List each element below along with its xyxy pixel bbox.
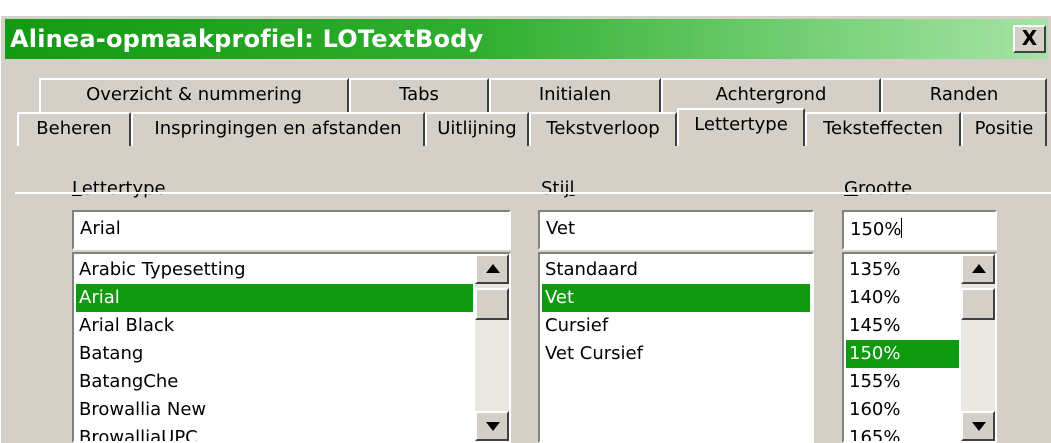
tab-beheren[interactable]: Beheren — [17, 112, 131, 146]
list-item[interactable]: BrowalliaUPC — [76, 424, 473, 441]
scroll-thumb[interactable] — [475, 288, 509, 320]
font-name-value: Arial — [80, 218, 121, 239]
tab-tekstverloop[interactable]: Tekstverloop — [529, 112, 677, 146]
size-label-mnemonic: G — [844, 178, 858, 199]
tab-label: Uitlijning — [437, 118, 517, 139]
arrow-down-icon — [486, 422, 500, 431]
style-label-text: Stij — [541, 178, 570, 199]
arrow-up-icon — [972, 264, 986, 273]
font-size-input[interactable]: 150% — [842, 210, 997, 250]
list-item[interactable]: 160% — [846, 396, 959, 424]
font-list-scrollbar[interactable] — [475, 254, 509, 441]
tab-overzicht-nummering[interactable]: Overzicht & nummering — [39, 78, 349, 112]
tab-initialen[interactable]: Initialen — [489, 78, 661, 112]
scroll-up-button[interactable] — [961, 254, 995, 284]
tab-panel-top-edge — [15, 192, 1051, 194]
font-style-value: Vet — [546, 218, 576, 239]
tab-achtergrond[interactable]: Achtergrond — [661, 78, 881, 112]
size-list-scrollbar[interactable] — [961, 254, 995, 441]
arrow-down-icon — [972, 422, 986, 431]
font-name-input[interactable]: Arial — [72, 210, 511, 250]
list-item-selected[interactable]: Vet — [542, 284, 810, 312]
style-list-items: Standaard Vet Cursief Vet Cursief — [542, 256, 810, 368]
size-label-text: rootte — [857, 178, 913, 199]
list-item[interactable]: 140% — [846, 284, 959, 312]
tab-teksteffecten[interactable]: Teksteffecten — [805, 112, 961, 146]
text-caret — [901, 218, 903, 238]
list-item[interactable]: BatangChe — [76, 368, 473, 396]
font-label-text: ettertype — [81, 178, 166, 199]
list-item[interactable]: Arabic Typesetting — [76, 256, 473, 284]
tab-label: Teksteffecten — [823, 118, 943, 139]
arrow-up-icon — [486, 264, 500, 273]
tab-tabs[interactable]: Tabs — [349, 78, 489, 112]
font-size-value: 150% — [850, 219, 902, 240]
list-item[interactable]: Arial Black — [76, 312, 473, 340]
size-label: Grootte — [844, 177, 912, 201]
size-list-items: 135% 140% 145% 150% 155% 160% 165% — [846, 256, 959, 441]
tab-label: Achtergrond — [715, 84, 827, 105]
tab-uitlijning[interactable]: Uitlijning — [425, 112, 529, 146]
list-item[interactable]: 135% — [846, 256, 959, 284]
tab-label: Inspringingen en afstanden — [154, 118, 402, 139]
scroll-down-button[interactable] — [961, 411, 995, 441]
font-size-list[interactable]: 135% 140% 145% 150% 155% 160% 165% — [842, 252, 997, 443]
tab-label: Initialen — [538, 84, 612, 105]
font-list-items: Arabic Typesetting Arial Arial Black Bat… — [76, 256, 473, 441]
tab-lettertype[interactable]: Lettertype — [677, 108, 805, 146]
list-item-selected[interactable]: Arial — [76, 284, 473, 312]
dialog-window: Alinea-opmaakprofiel: LOTextBody X Overz… — [0, 16, 1051, 443]
tab-label: Overzicht & nummering — [86, 84, 302, 105]
list-item[interactable]: Vet Cursief — [542, 340, 810, 368]
tab-label: Tekstverloop — [546, 118, 660, 139]
dialog-title: Alinea-opmaakprofiel: LOTextBody — [10, 25, 484, 53]
tab-inspringingen-afstanden[interactable]: Inspringingen en afstanden — [131, 112, 425, 146]
close-icon: X — [1021, 26, 1038, 50]
tab-label: Positie — [974, 118, 1034, 139]
tab-label: Tabs — [399, 84, 439, 105]
scroll-thumb[interactable] — [961, 288, 995, 320]
font-label: Lettertype — [72, 177, 166, 201]
close-button[interactable]: X — [1013, 25, 1046, 53]
list-item[interactable]: Browallia New — [76, 396, 473, 424]
tab-randen[interactable]: Randen — [881, 78, 1047, 112]
list-item[interactable]: 145% — [846, 312, 959, 340]
font-style-list[interactable]: Standaard Vet Cursief Vet Cursief — [538, 252, 814, 443]
scroll-down-button[interactable] — [475, 411, 509, 441]
list-item[interactable]: Cursief — [542, 312, 810, 340]
list-item[interactable]: 155% — [846, 368, 959, 396]
list-item[interactable]: Standaard — [542, 256, 810, 284]
font-label-mnemonic: L — [72, 178, 82, 199]
tab-positie[interactable]: Positie — [961, 112, 1047, 146]
style-label-mnemonic: l — [569, 178, 575, 199]
style-label: Stijl — [541, 177, 575, 201]
font-name-list[interactable]: Arabic Typesetting Arial Arial Black Bat… — [72, 252, 511, 443]
title-bar[interactable]: Alinea-opmaakprofiel: LOTextBody X — [5, 19, 1048, 59]
tab-label: Beheren — [36, 118, 112, 139]
tab-label: Randen — [929, 84, 999, 105]
list-item-selected[interactable]: 150% — [846, 340, 959, 368]
list-item[interactable]: Batang — [76, 340, 473, 368]
tab-label: Lettertype — [694, 114, 788, 135]
font-style-input[interactable]: Vet — [538, 210, 814, 250]
list-item[interactable]: 165% — [846, 424, 959, 441]
scroll-up-button[interactable] — [475, 254, 509, 284]
